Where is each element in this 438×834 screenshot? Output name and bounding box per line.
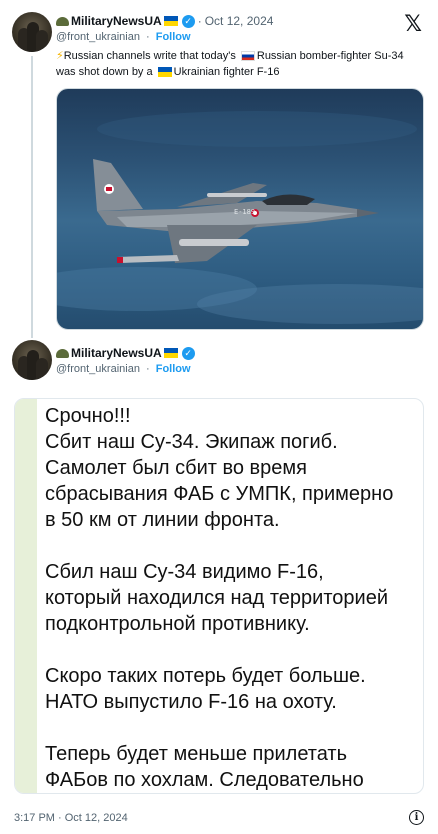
message-accent-bar [15, 399, 37, 793]
author-handle[interactable]: @front_ukrainian [56, 31, 140, 43]
ukraine-flag-icon [163, 348, 178, 358]
separator-dot: · [197, 14, 202, 28]
quoted-author-row: MilitaryNewsUA ✓ [56, 346, 195, 360]
avatar[interactable] [12, 12, 52, 52]
lightning-icon: ⚡ [56, 50, 64, 62]
avatar[interactable] [12, 340, 52, 380]
helmet-emoji-icon [56, 16, 69, 26]
post-image[interactable]: E-189 [56, 88, 424, 330]
ukraine-flag-icon [163, 16, 178, 26]
author-display-name[interactable]: MilitaryNewsUA [71, 346, 162, 360]
verified-badge-icon: ✓ [181, 14, 195, 28]
russia-flag-icon [240, 51, 255, 62]
post-timestamp[interactable]: 3:17 PM · Oct 12, 2024 [14, 812, 128, 824]
thread-line [31, 56, 33, 338]
verified-badge-icon: ✓ [181, 346, 195, 360]
post-date[interactable]: Oct 12, 2024 [205, 14, 274, 28]
x-logo-icon[interactable]: 𝕏 [404, 12, 422, 37]
info-icon[interactable]: i [409, 810, 424, 825]
author-handle-row: @front_ukrainian · Follow [56, 31, 191, 43]
author-row: MilitaryNewsUA ✓ · Oct 12, 2024 [56, 14, 273, 28]
author-display-name[interactable]: MilitaryNewsUA [71, 14, 162, 28]
quoted-author-handle-row: @front_ukrainian · Follow [56, 363, 191, 375]
aircraft-serial-mark: E-189 [234, 208, 256, 216]
post-text: ⚡Russian channels write that today's Rus… [56, 50, 404, 78]
ukraine-flag-icon [157, 67, 172, 78]
follow-button[interactable]: Follow [156, 363, 191, 375]
author-handle[interactable]: @front_ukrainian [56, 363, 140, 375]
follow-button[interactable]: Follow [156, 31, 191, 43]
quoted-message-text: Срочно!!! Сбит наш Су-34. Экипаж погиб. … [45, 405, 394, 791]
quoted-message-image[interactable]: Срочно!!! Сбит наш Су-34. Экипаж погиб. … [14, 398, 424, 794]
helmet-emoji-icon [56, 348, 69, 358]
